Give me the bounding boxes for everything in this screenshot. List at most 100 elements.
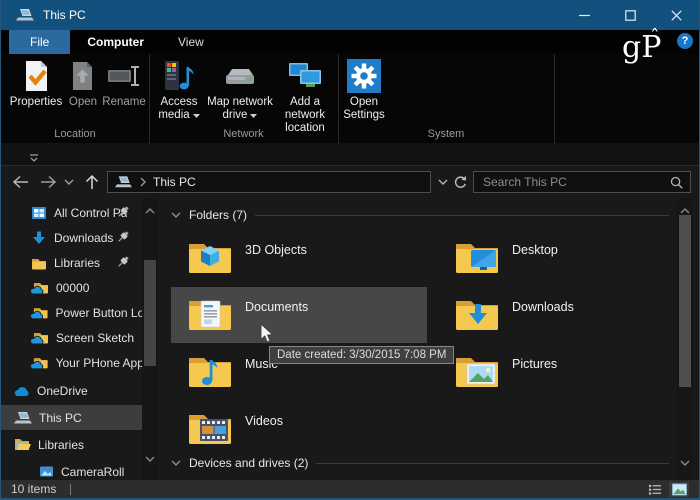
folder-tile-pictures[interactable]: Pictures [438,344,694,400]
details-view-button[interactable] [645,482,665,497]
pictures-folder-icon [454,351,500,394]
open-button[interactable]: Open [65,58,101,109]
sidebar-item-libraries-pinned[interactable]: Libraries [1,250,142,275]
desktop-folder-icon [454,237,500,280]
ribbon-tab-row: File Computer View ? [1,30,699,54]
scroll-up-icon[interactable] [145,202,155,220]
content-scrollbar-thumb[interactable] [679,215,691,387]
properties-button[interactable]: Properties [7,58,65,109]
map-network-drive-button[interactable]: Map network drive [207,58,273,122]
rename-button[interactable]: Rename [101,58,147,109]
folder-tile-desktop[interactable]: Desktop [438,230,694,286]
date-created-tooltip: Date created: 3/30/2015 7:08 PM [269,346,455,364]
large-icons-view-button[interactable] [669,482,689,497]
up-button[interactable] [81,171,103,193]
cloud-folder-icon [31,308,48,320]
this-pc-icon [14,411,32,423]
folder-tile-videos[interactable]: Videos [171,401,427,457]
back-button[interactable] [9,171,31,193]
folder-icon [32,258,46,269]
pin-icon [116,230,130,247]
pin-icon [116,205,130,222]
pin-icon [116,255,130,272]
this-pc-breadcrumb-icon [115,175,132,189]
sidebar-item-downloads[interactable]: Downloads [1,225,142,250]
folder-tile-documents[interactable]: Documents [171,287,427,343]
group-label-network: Network [223,128,264,140]
ribbon-group-location: Properties Open Rename Location [1,54,150,143]
collapse-devices-icon[interactable] [171,459,181,467]
sidebar-item-all-control-panel[interactable]: All Control Pa [1,200,142,225]
add-network-location-icon [288,58,322,94]
onedrive-icon [14,386,29,396]
forward-button[interactable] [37,171,59,193]
open-icon [70,58,96,94]
music-folder-icon [187,351,233,394]
main-area: All Control Pa Downloads Libraries 00000 [1,198,699,480]
cloud-folder-icon [31,333,48,345]
address-dropdown-icon[interactable] [435,171,451,193]
cloud-folder-icon [31,358,48,370]
ribbon: Properties Open Rename Location Access m… [1,54,699,144]
folder-tile-downloads[interactable]: Downloads [438,287,694,343]
access-media-icon [163,58,195,94]
sidebar-item-onedrive[interactable]: OneDrive [1,378,142,403]
refresh-icon[interactable] [451,171,469,193]
sidebar-scrollbar-thumb[interactable] [144,260,156,366]
sidebar-item-screen-sketch[interactable]: Screen Sketch [1,325,142,350]
rename-icon [107,58,141,94]
titlebar: This PC [1,0,699,30]
add-network-location-button[interactable]: Add a network location [275,58,335,135]
control-panel-icon [32,206,46,219]
documents-folder-icon [187,294,233,337]
sidebar-item-cameraroll[interactable]: CameraRoll [1,459,142,480]
search-icon[interactable] [670,176,683,194]
devices-group-header[interactable]: Devices and drives (2) [171,456,669,470]
tab-view[interactable]: View [161,30,221,54]
sidebar-scrollbar[interactable] [142,198,158,480]
collapse-folders-icon[interactable] [171,211,181,219]
videos-folder-icon [187,408,233,451]
group-label-system: System [427,128,465,140]
tab-computer[interactable]: Computer [70,30,161,54]
map-network-drive-icon [224,58,256,94]
content-scrollbar[interactable] [677,198,693,480]
this-pc-window-icon [16,8,34,22]
sidebar-item-power-button[interactable]: Power Button Lo [1,300,142,325]
breadcrumb-chevron-icon[interactable] [139,177,146,187]
ribbon-group-network: Access media Map network drive Add a net… [149,54,339,143]
3d-objects-folder-icon [187,237,233,280]
sidebar-item-this-pc[interactable]: This PC [1,405,142,430]
status-divider [70,483,72,495]
maximize-button[interactable] [607,0,653,30]
watermark-logo: gP ˆ [622,26,662,65]
sidebar-item-your-phone-app[interactable]: Your PHone App [1,350,142,375]
search-input[interactable] [474,172,690,192]
scroll-down-icon[interactable] [680,454,690,472]
sidebar-item-00000[interactable]: 00000 [1,275,142,300]
quick-access-toolbar-strip [1,143,699,166]
settings-gear-icon [347,58,381,94]
open-settings-button[interactable]: Open Settings [342,58,386,122]
folders-group-header[interactable]: Folders (7) [171,208,669,222]
access-media-button[interactable]: Access media [153,58,205,122]
recent-locations-dropdown-icon[interactable] [61,171,77,193]
address-bar[interactable]: This PC [107,171,431,193]
scroll-down-icon[interactable] [145,450,155,468]
downloads-icon [33,231,45,244]
window-title: This PC [43,8,86,22]
help-button[interactable]: ? [677,33,693,49]
status-bar: 10 items [1,480,699,498]
breadcrumb-location[interactable]: This PC [153,175,196,189]
tab-file[interactable]: File [9,30,71,54]
item-count: 10 items [11,482,57,496]
folder-tile-3d-objects[interactable]: 3D Objects [171,230,427,286]
file-explorer-window: This PC File Computer View ? gP ˆ Proper… [0,0,700,500]
mouse-cursor [260,322,275,349]
minimize-button[interactable] [561,0,607,30]
downloads-folder-icon [454,294,500,337]
close-button[interactable] [653,0,699,30]
sidebar-item-libraries[interactable]: Libraries [1,432,142,457]
cloud-folder-icon [31,283,48,295]
navigation-bar: This PC [1,166,699,198]
